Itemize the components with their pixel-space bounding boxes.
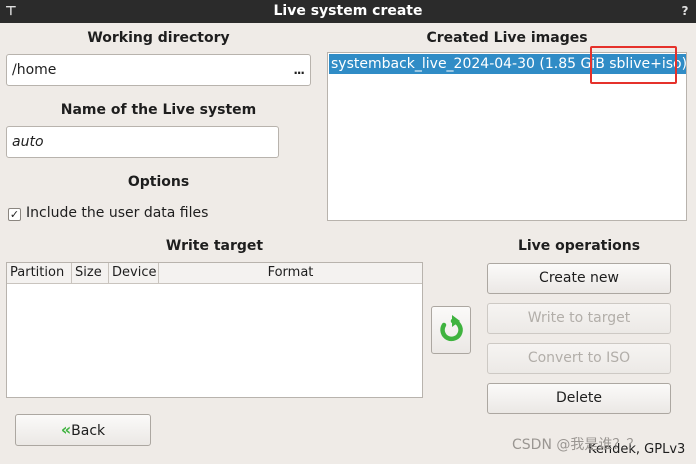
create-new-button[interactable]: Create new [487,263,671,294]
refresh-button[interactable] [431,306,471,354]
include-user-data-label[interactable]: Include the user data files [26,205,208,221]
title-bar: ⊤ Live system create ? [0,0,696,23]
table-header: Partition Size Device Format [7,263,422,284]
convert-to-iso-button[interactable]: Convert to ISO [487,343,671,374]
watermark: CSDN @我是谁？？ [512,437,641,453]
live-name-input[interactable]: auto [6,126,279,158]
back-button[interactable]: «Back [15,414,151,446]
browse-button[interactable]: ... [293,55,305,85]
column-header-size[interactable]: Size [72,263,109,283]
created-images-heading: Created Live images [426,30,588,46]
write-target-heading: Write target [165,238,264,254]
write-to-target-button[interactable]: Write to target [487,303,671,334]
live-name-heading: Name of the Live system [60,102,257,118]
write-target-table[interactable]: Partition Size Device Format [6,262,423,398]
delete-button[interactable]: Delete [487,383,671,414]
back-arrow-icon: « [60,420,72,439]
include-user-data-checkbox[interactable]: ✓ [8,208,21,221]
column-header-partition[interactable]: Partition [7,263,72,283]
window-title: Live system create [273,3,423,19]
window-menu-icon[interactable]: ⊤ [4,0,18,23]
live-name-value: auto [12,134,44,150]
column-header-format[interactable]: Format [159,263,422,283]
refresh-icon [440,315,463,342]
column-header-device[interactable]: Device [109,263,159,283]
working-directory-heading: Working directory [87,30,230,46]
back-button-label: Back [71,423,106,439]
live-operations-heading: Live operations [517,238,641,254]
working-directory-field[interactable]: /home ... [6,54,311,86]
highlight-box [590,46,677,84]
working-directory-value: /home [12,62,57,78]
options-heading: Options [127,174,190,190]
close-icon[interactable]: ? [678,0,692,23]
